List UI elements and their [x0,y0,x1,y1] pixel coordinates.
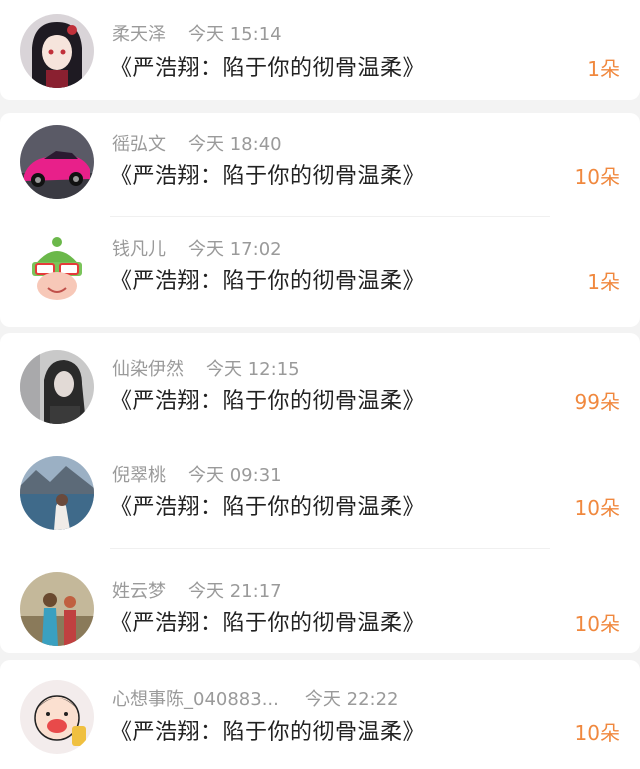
book-title[interactable]: 《严浩翔：陷于你的彻骨温柔》 [110,719,425,747]
timestamp: 今天 17:02 [188,239,282,260]
timestamp: 今天 15:14 [188,24,282,45]
flower-count: 10朵 [574,165,620,189]
comment-row[interactable]: 倪翠桃 今天 09:31 《严浩翔：陷于你的彻骨温柔》 10朵 [0,444,640,548]
username[interactable]: 仙染伊然 [112,359,184,380]
comment-row[interactable]: 柔天泽 今天 15:14 《严浩翔：陷于你的彻骨温柔》 1朵 [0,0,640,104]
lake-mountain-avatar[interactable] [20,456,94,530]
flower-count: 10朵 [574,496,620,520]
flower-count: 99朵 [574,390,620,414]
flower-count: 10朵 [574,721,620,745]
timestamp: 今天 12:15 [206,359,300,380]
comment-row[interactable]: 钱凡儿 今天 17:02 《严浩翔：陷于你的彻骨温柔》 1朵 [0,220,640,324]
comment-row[interactable]: 姓云梦 今天 21:17 《严浩翔：陷于你的彻骨温柔》 10朵 [0,554,640,658]
username[interactable]: 徭弘文 [112,134,166,155]
username[interactable]: 心想事陈_040883... [112,689,279,710]
divider [110,216,550,217]
timestamp: 今天 22:22 [304,689,399,710]
anime-girl-avatar[interactable] [20,14,94,88]
comment-row[interactable]: 徭弘文 今天 18:40 《严浩翔：陷于你的彻骨温柔》 10朵 [0,113,640,217]
book-title[interactable]: 《严浩翔：陷于你的彻骨温柔》 [110,610,425,638]
username[interactable]: 倪翠桃 [112,465,166,486]
username[interactable]: 姓云梦 [112,581,166,602]
book-title[interactable]: 《严浩翔：陷于你的彻骨温柔》 [110,388,425,416]
flower-count: 1朵 [587,57,620,81]
book-title[interactable]: 《严浩翔：陷于你的彻骨温柔》 [110,163,425,191]
outdoor-kids-avatar[interactable] [20,572,94,646]
book-title[interactable]: 《严浩翔：陷于你的彻骨温柔》 [110,55,425,83]
book-title[interactable]: 《严浩翔：陷于你的彻骨温柔》 [110,494,425,522]
timestamp: 今天 18:40 [188,134,282,155]
timestamp: 今天 09:31 [188,465,282,486]
grey-portrait-avatar[interactable] [20,350,94,424]
flower-count: 1朵 [587,270,620,294]
cartoon-boy-avatar[interactable] [20,680,94,754]
flower-count: 10朵 [574,612,620,636]
book-title[interactable]: 《严浩翔：陷于你的彻骨温柔》 [110,268,425,296]
divider [110,548,550,549]
username[interactable]: 钱凡儿 [112,239,166,260]
pink-sports-car-avatar[interactable] [20,125,94,199]
timestamp: 今天 21:17 [188,581,282,602]
comment-row[interactable]: 心想事陈_040883... 今天 22:22 《严浩翔：陷于你的彻骨温柔》 10… [0,664,640,768]
comment-row[interactable]: 仙染伊然 今天 12:15 《严浩翔：陷于你的彻骨温柔》 99朵 [0,338,640,442]
username[interactable]: 柔天泽 [112,24,166,45]
cartoon-frog-avatar[interactable] [20,232,94,306]
comment-list: 柔天泽 今天 15:14 《严浩翔：陷于你的彻骨温柔》 1朵 徭弘文 今天 18:4… [0,0,640,769]
